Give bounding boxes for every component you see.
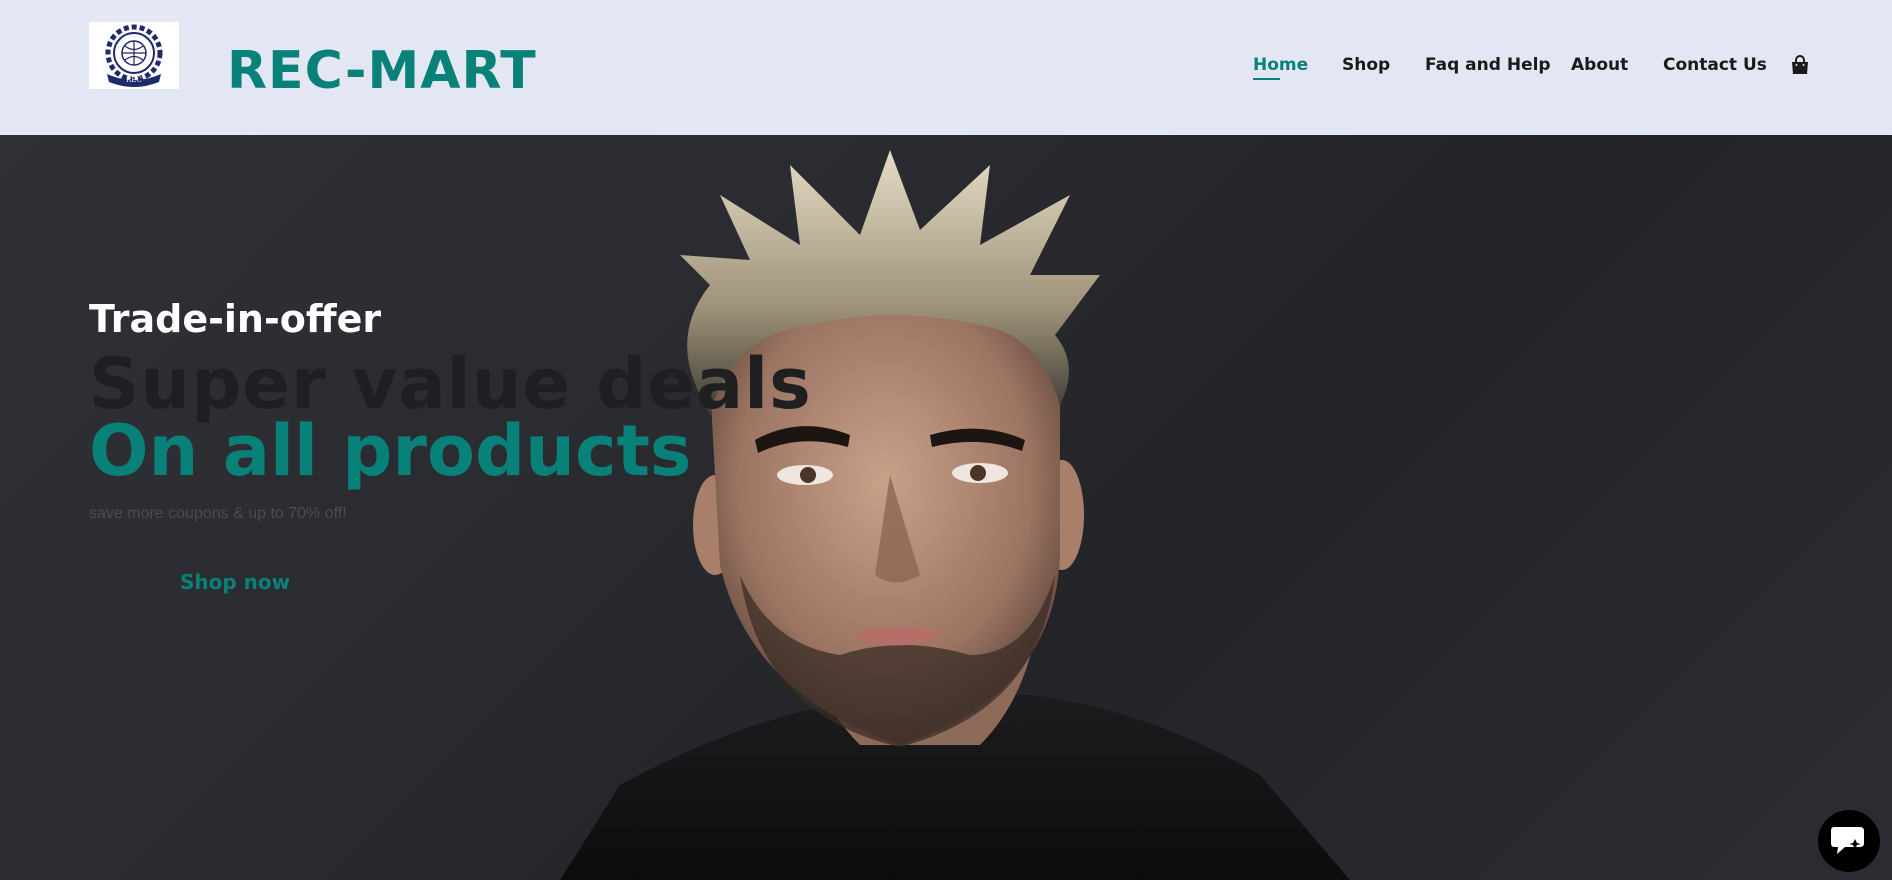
nav-contact-us[interactable]: Contact Us xyxy=(1663,52,1767,78)
active-nav-indicator xyxy=(1253,78,1280,80)
nav-faq-and-help[interactable]: Faq and Help xyxy=(1425,52,1551,78)
nav-shop[interactable]: Shop xyxy=(1342,52,1390,78)
nav-about[interactable]: About xyxy=(1571,52,1628,78)
hero-headline-secondary: On all products xyxy=(89,410,692,492)
shopping-bag-icon[interactable] xyxy=(1791,55,1809,75)
shop-now-button[interactable]: Shop now xyxy=(89,547,381,617)
nav-home[interactable]: Home xyxy=(1253,52,1308,78)
site-header: REC REC-MART Home Shop Faq and Help Abou… xyxy=(0,0,1892,135)
hero-tagline: Trade-in-offer xyxy=(89,297,382,341)
chat-widget-button[interactable] xyxy=(1818,810,1880,872)
hero-banner: Trade-in-offer Super value deals On all … xyxy=(0,135,1892,880)
chat-bubble-icon xyxy=(1831,827,1864,854)
hero-subtext: save more coupons & up to 70% off! xyxy=(89,505,347,522)
main-nav: Home Shop Faq and Help About Contact Us xyxy=(0,52,1892,82)
hero-portrait-image xyxy=(560,150,1350,880)
